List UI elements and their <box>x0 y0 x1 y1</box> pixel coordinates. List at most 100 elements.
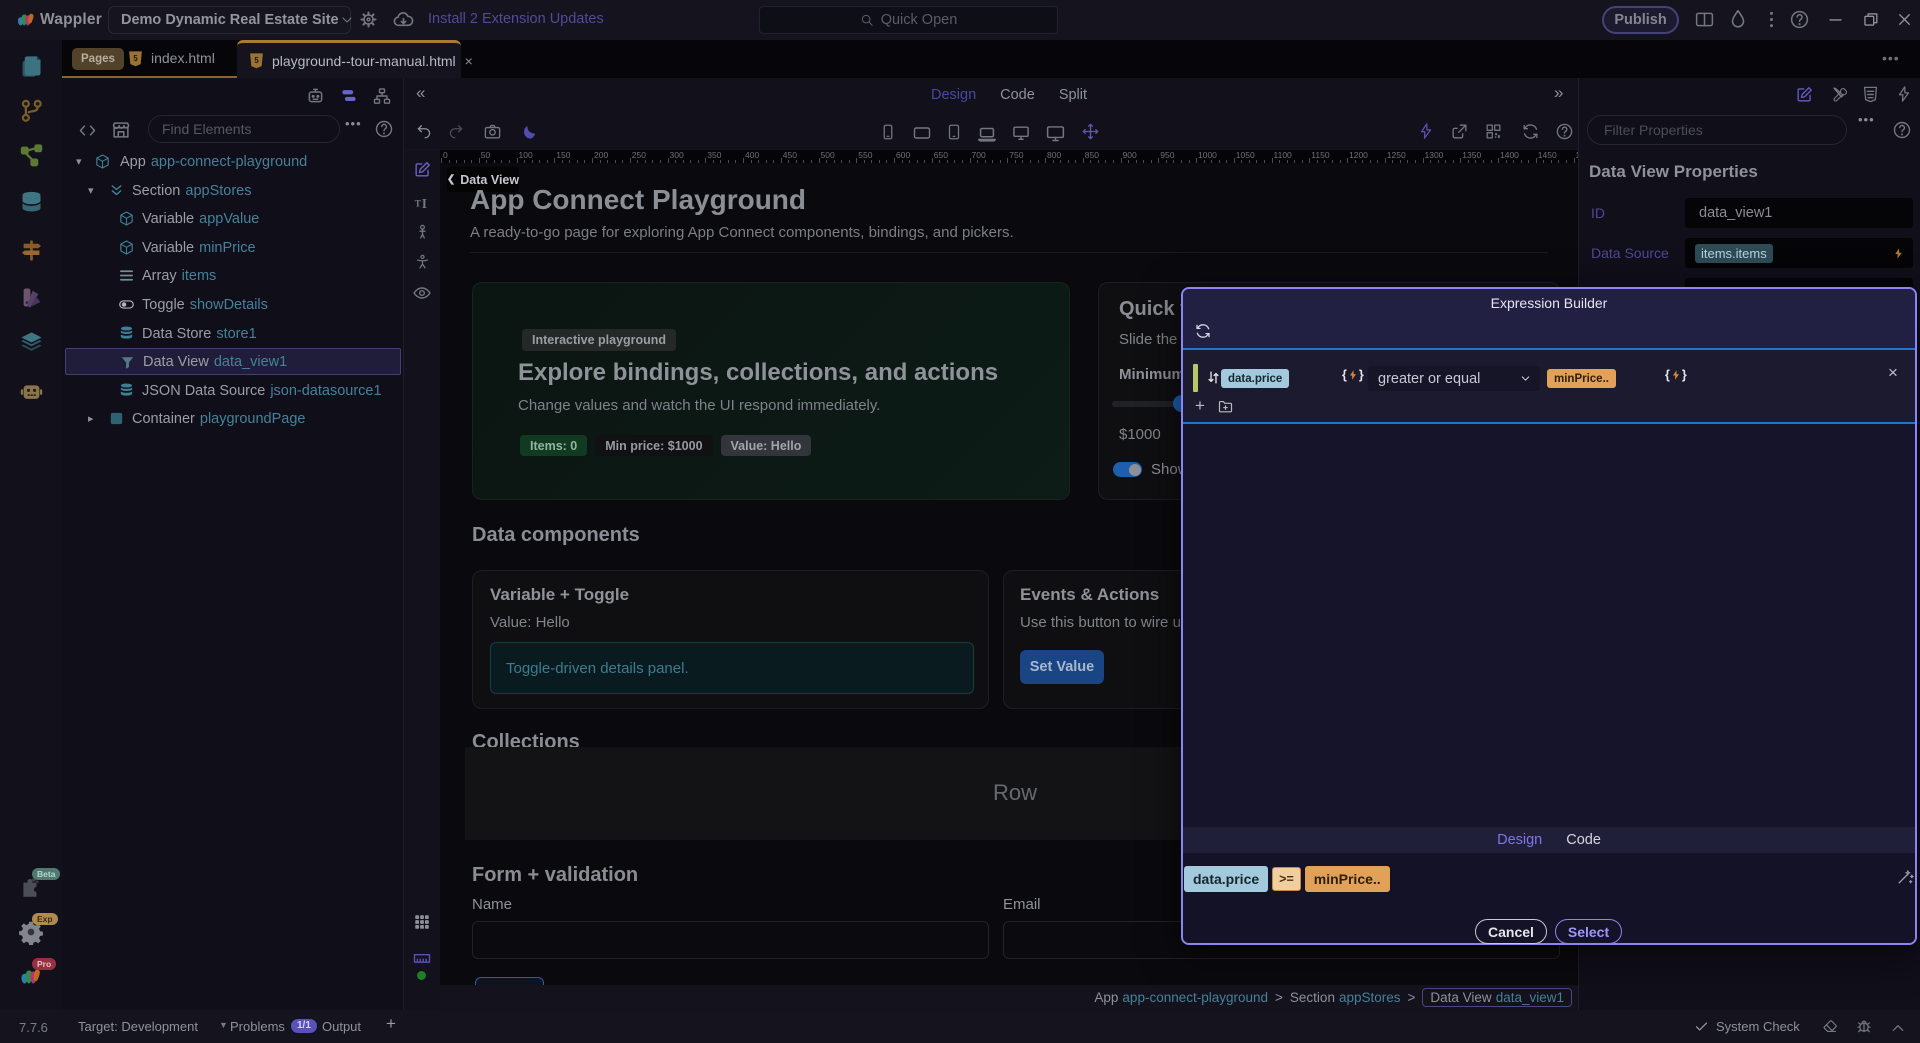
eraser-icon[interactable] <box>1822 1018 1839 1035</box>
device-tablet-landscape-icon[interactable] <box>912 123 932 143</box>
ai-assistant-icon[interactable] <box>305 85 326 106</box>
tree-collapse-icon[interactable]: ▾ <box>76 155 82 168</box>
tree-item-appValue[interactable]: VariableappValue <box>65 205 401 232</box>
minimize-button[interactable] <box>1826 10 1845 29</box>
ruler-toggle-icon[interactable] <box>412 948 432 968</box>
breadcrumb-data_view1[interactable]: Data Viewdata_view1 <box>1422 988 1572 1007</box>
expression-right-chip[interactable]: minPrice.. <box>1305 866 1390 892</box>
dialog-tab-design[interactable]: Design <box>1497 832 1542 848</box>
tree-help-icon[interactable] <box>374 119 394 139</box>
qr-code-icon[interactable] <box>1484 122 1503 141</box>
expand-panel-icon[interactable]: » <box>1554 83 1563 103</box>
properties-more-icon[interactable]: ••• <box>1858 112 1875 127</box>
canvas-help-icon[interactable] <box>1555 122 1574 141</box>
tree-item-minPrice[interactable]: VariableminPrice <box>65 234 401 261</box>
system-check-button[interactable]: System Check <box>1716 1019 1800 1034</box>
rail-pages-icon[interactable] <box>0 49 62 83</box>
tree-item-app-connect-playground[interactable]: ▾Appapp-connect-playground <box>65 148 401 175</box>
split-view-icon[interactable] <box>1694 9 1715 30</box>
tabbar-overflow-icon[interactable]: ••• <box>1882 50 1900 66</box>
dialog-tab-code[interactable]: Code <box>1566 832 1601 848</box>
tree-item-appStores[interactable]: ▾SectionappStores <box>65 177 401 204</box>
tools-icon[interactable] <box>1830 85 1849 104</box>
condition-left-chip[interactable]: data.price <box>1221 369 1289 388</box>
view-mode-design[interactable]: Design <box>931 87 976 103</box>
rail-git-icon[interactable] <box>0 93 62 127</box>
tree-item-items[interactable]: Arrayitems <box>65 262 401 289</box>
target-selector[interactable]: Target: Development <box>78 1019 198 1034</box>
remove-condition-icon[interactable]: × <box>1888 363 1898 383</box>
tree-item-data_view1[interactable]: Data Viewdata_view1 <box>65 348 401 375</box>
binding-bolt-icon[interactable] <box>1892 247 1905 260</box>
collapse-panel-icon[interactable]: « <box>416 83 425 103</box>
tab-close-icon[interactable]: × <box>465 53 473 69</box>
tree-expand-icon[interactable]: ▸ <box>88 412 94 425</box>
dark-mode-moon-icon[interactable] <box>520 122 539 141</box>
device-tablet-icon[interactable] <box>945 123 963 141</box>
condition-right-chip[interactable]: minPrice.. <box>1547 369 1616 388</box>
edit-properties-icon[interactable] <box>1795 85 1814 104</box>
rail-flow-icon[interactable] <box>0 137 62 171</box>
data-source-input[interactable]: items.items <box>1685 238 1913 268</box>
rail-database-icon[interactable] <box>0 185 62 219</box>
select-button[interactable]: Select <box>1555 919 1622 944</box>
binding-picker-icon[interactable]: {} <box>1665 368 1687 382</box>
kebab-menu-icon[interactable] <box>1761 9 1782 30</box>
breadcrumb-appStores[interactable]: SectionappStores <box>1290 990 1401 1005</box>
code-view-icon[interactable] <box>77 120 98 141</box>
device-laptop-icon[interactable] <box>976 123 998 145</box>
tree-item-showDetails[interactable]: ToggleshowDetails <box>65 291 401 318</box>
hierarchy-view-icon[interactable] <box>372 86 392 106</box>
open-external-icon[interactable] <box>1450 122 1469 141</box>
id-input[interactable]: data_view1 <box>1685 198 1913 228</box>
redo-icon[interactable] <box>447 122 465 140</box>
operator-select[interactable]: greater or equal <box>1368 366 1540 391</box>
cancel-button[interactable]: Cancel <box>1475 919 1547 944</box>
actions-bolt-icon[interactable] <box>1417 122 1435 140</box>
grid-toggle-icon[interactable] <box>413 913 431 931</box>
publish-button[interactable]: Publish <box>1602 6 1679 34</box>
eye-icon[interactable] <box>412 283 432 303</box>
project-selector[interactable]: Demo Dynamic Real Estate Site <box>108 6 351 34</box>
text-format-icon[interactable]: TI <box>413 192 432 211</box>
extension-updates-icon[interactable] <box>392 9 415 32</box>
info-person-icon[interactable] <box>414 223 431 240</box>
rail-robot-icon[interactable] <box>0 374 62 408</box>
components-store-icon[interactable] <box>110 119 132 141</box>
view-mode-code[interactable]: Code <box>1000 87 1035 103</box>
add-group-icon[interactable] <box>1217 398 1234 415</box>
tree-collapse-icon[interactable]: ▾ <box>88 184 94 197</box>
chevron-up-icon[interactable] <box>1890 1020 1906 1036</box>
filter-properties-input[interactable]: Filter Properties <box>1587 115 1847 145</box>
device-desktop-icon[interactable] <box>1011 123 1031 143</box>
binding-picker-icon[interactable]: {} <box>1342 368 1364 382</box>
restore-button[interactable] <box>1861 10 1880 29</box>
sort-icon[interactable] <box>1205 369 1222 386</box>
breadcrumb-app-connect-playground[interactable]: Appapp-connect-playground <box>1094 990 1268 1005</box>
tree-item-json-datasource1[interactable]: JSON Data Sourcejson-datasource1 <box>65 377 401 404</box>
add-condition-icon[interactable]: + <box>1195 397 1205 414</box>
install-extensions-link[interactable]: Install 2 Extension Updates <box>428 11 604 27</box>
rail-palette-icon[interactable] <box>0 280 62 314</box>
expression-left-chip[interactable]: data.price <box>1184 866 1268 892</box>
rail-layers-icon[interactable] <box>0 325 62 359</box>
view-mode-split[interactable]: Split <box>1059 87 1087 103</box>
screenshot-camera-icon[interactable] <box>483 122 502 141</box>
tree-item-store1[interactable]: Data Storestore1 <box>65 320 401 347</box>
device-phone-icon[interactable] <box>879 123 897 141</box>
expression-op-chip[interactable]: >= <box>1272 867 1301 891</box>
tree-more-icon[interactable]: ••• <box>345 116 362 131</box>
name-input[interactable] <box>472 921 989 959</box>
submit-button[interactable] <box>475 977 544 985</box>
set-value-button[interactable]: Set Value <box>1020 650 1104 684</box>
device-monitor-icon[interactable] <box>1045 123 1066 144</box>
dialog-refresh-icon[interactable] <box>1194 322 1212 340</box>
tab-index-html[interactable]: 5 index.html <box>127 40 215 76</box>
move-tool-icon[interactable] <box>1081 122 1100 141</box>
find-elements-input[interactable]: Find Elements <box>148 115 340 143</box>
events-bolt-icon[interactable] <box>1895 85 1913 103</box>
help-icon[interactable] <box>1789 9 1810 30</box>
rail-signpost-icon[interactable] <box>0 233 62 267</box>
refresh-icon[interactable] <box>1521 122 1540 141</box>
condition-drag-handle[interactable] <box>1193 364 1198 392</box>
